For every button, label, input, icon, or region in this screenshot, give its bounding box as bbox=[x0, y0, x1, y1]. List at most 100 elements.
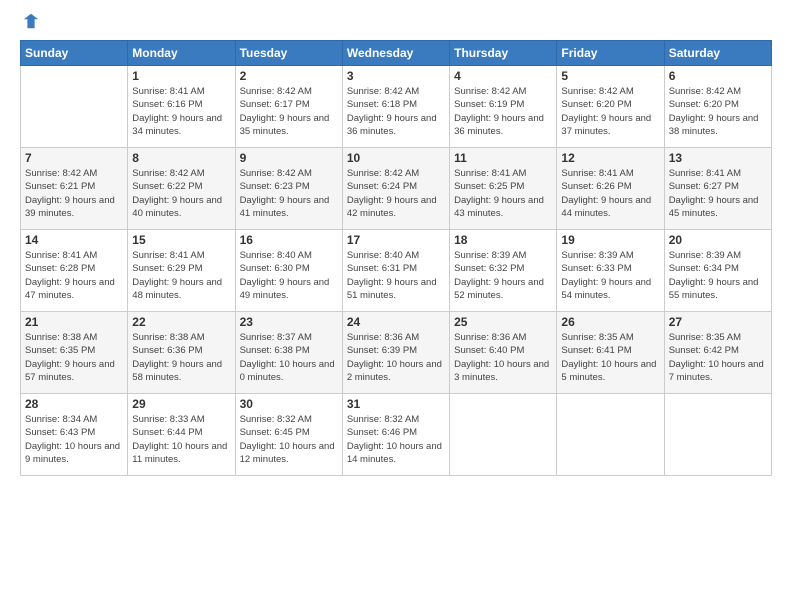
calendar-week-row: 1 Sunrise: 8:41 AM Sunset: 6:16 PM Dayli… bbox=[21, 66, 772, 148]
day-number: 13 bbox=[669, 151, 767, 165]
day-info: Sunrise: 8:41 AM Sunset: 6:16 PM Dayligh… bbox=[132, 85, 230, 138]
day-number: 9 bbox=[240, 151, 338, 165]
calendar-day-cell: 2 Sunrise: 8:42 AM Sunset: 6:17 PM Dayli… bbox=[235, 66, 342, 148]
calendar-day-cell: 8 Sunrise: 8:42 AM Sunset: 6:22 PM Dayli… bbox=[128, 148, 235, 230]
calendar-day-cell: 24 Sunrise: 8:36 AM Sunset: 6:39 PM Dayl… bbox=[342, 312, 449, 394]
day-info: Sunrise: 8:42 AM Sunset: 6:19 PM Dayligh… bbox=[454, 85, 552, 138]
day-number: 11 bbox=[454, 151, 552, 165]
day-info: Sunrise: 8:42 AM Sunset: 6:20 PM Dayligh… bbox=[561, 85, 659, 138]
calendar-table: SundayMondayTuesdayWednesdayThursdayFrid… bbox=[20, 40, 772, 476]
calendar-week-row: 21 Sunrise: 8:38 AM Sunset: 6:35 PM Dayl… bbox=[21, 312, 772, 394]
day-number: 2 bbox=[240, 69, 338, 83]
day-number: 14 bbox=[25, 233, 123, 247]
day-number: 17 bbox=[347, 233, 445, 247]
calendar-header-saturday: Saturday bbox=[664, 41, 771, 66]
day-info: Sunrise: 8:35 AM Sunset: 6:41 PM Dayligh… bbox=[561, 331, 659, 384]
calendar-day-cell: 20 Sunrise: 8:39 AM Sunset: 6:34 PM Dayl… bbox=[664, 230, 771, 312]
day-info: Sunrise: 8:42 AM Sunset: 6:18 PM Dayligh… bbox=[347, 85, 445, 138]
calendar-day-cell: 9 Sunrise: 8:42 AM Sunset: 6:23 PM Dayli… bbox=[235, 148, 342, 230]
calendar-header-monday: Monday bbox=[128, 41, 235, 66]
calendar-day-cell: 17 Sunrise: 8:40 AM Sunset: 6:31 PM Dayl… bbox=[342, 230, 449, 312]
day-info: Sunrise: 8:40 AM Sunset: 6:31 PM Dayligh… bbox=[347, 249, 445, 302]
day-number: 5 bbox=[561, 69, 659, 83]
calendar-day-cell: 14 Sunrise: 8:41 AM Sunset: 6:28 PM Dayl… bbox=[21, 230, 128, 312]
day-number: 15 bbox=[132, 233, 230, 247]
day-number: 28 bbox=[25, 397, 123, 411]
calendar-header-thursday: Thursday bbox=[450, 41, 557, 66]
calendar-header-tuesday: Tuesday bbox=[235, 41, 342, 66]
calendar-day-cell bbox=[557, 394, 664, 476]
day-info: Sunrise: 8:39 AM Sunset: 6:34 PM Dayligh… bbox=[669, 249, 767, 302]
calendar-day-cell bbox=[664, 394, 771, 476]
day-number: 18 bbox=[454, 233, 552, 247]
day-info: Sunrise: 8:42 AM Sunset: 6:22 PM Dayligh… bbox=[132, 167, 230, 220]
day-info: Sunrise: 8:41 AM Sunset: 6:29 PM Dayligh… bbox=[132, 249, 230, 302]
header bbox=[20, 16, 772, 30]
day-info: Sunrise: 8:42 AM Sunset: 6:23 PM Dayligh… bbox=[240, 167, 338, 220]
day-number: 25 bbox=[454, 315, 552, 329]
day-info: Sunrise: 8:33 AM Sunset: 6:44 PM Dayligh… bbox=[132, 413, 230, 466]
day-info: Sunrise: 8:36 AM Sunset: 6:39 PM Dayligh… bbox=[347, 331, 445, 384]
logo-flag-icon bbox=[22, 12, 40, 30]
calendar-header-friday: Friday bbox=[557, 41, 664, 66]
calendar-day-cell: 5 Sunrise: 8:42 AM Sunset: 6:20 PM Dayli… bbox=[557, 66, 664, 148]
calendar-day-cell: 3 Sunrise: 8:42 AM Sunset: 6:18 PM Dayli… bbox=[342, 66, 449, 148]
day-number: 27 bbox=[669, 315, 767, 329]
calendar-day-cell: 29 Sunrise: 8:33 AM Sunset: 6:44 PM Dayl… bbox=[128, 394, 235, 476]
day-number: 31 bbox=[347, 397, 445, 411]
calendar-day-cell: 22 Sunrise: 8:38 AM Sunset: 6:36 PM Dayl… bbox=[128, 312, 235, 394]
calendar-week-row: 28 Sunrise: 8:34 AM Sunset: 6:43 PM Dayl… bbox=[21, 394, 772, 476]
day-info: Sunrise: 8:42 AM Sunset: 6:24 PM Dayligh… bbox=[347, 167, 445, 220]
calendar-day-cell: 6 Sunrise: 8:42 AM Sunset: 6:20 PM Dayli… bbox=[664, 66, 771, 148]
day-info: Sunrise: 8:39 AM Sunset: 6:33 PM Dayligh… bbox=[561, 249, 659, 302]
calendar-header-sunday: Sunday bbox=[21, 41, 128, 66]
calendar-day-cell: 19 Sunrise: 8:39 AM Sunset: 6:33 PM Dayl… bbox=[557, 230, 664, 312]
day-info: Sunrise: 8:40 AM Sunset: 6:30 PM Dayligh… bbox=[240, 249, 338, 302]
day-info: Sunrise: 8:38 AM Sunset: 6:36 PM Dayligh… bbox=[132, 331, 230, 384]
day-info: Sunrise: 8:39 AM Sunset: 6:32 PM Dayligh… bbox=[454, 249, 552, 302]
day-info: Sunrise: 8:32 AM Sunset: 6:45 PM Dayligh… bbox=[240, 413, 338, 466]
calendar-day-cell: 18 Sunrise: 8:39 AM Sunset: 6:32 PM Dayl… bbox=[450, 230, 557, 312]
calendar-day-cell bbox=[21, 66, 128, 148]
day-info: Sunrise: 8:41 AM Sunset: 6:25 PM Dayligh… bbox=[454, 167, 552, 220]
day-number: 10 bbox=[347, 151, 445, 165]
day-number: 22 bbox=[132, 315, 230, 329]
calendar-day-cell: 28 Sunrise: 8:34 AM Sunset: 6:43 PM Dayl… bbox=[21, 394, 128, 476]
calendar-day-cell: 27 Sunrise: 8:35 AM Sunset: 6:42 PM Dayl… bbox=[664, 312, 771, 394]
calendar-day-cell: 1 Sunrise: 8:41 AM Sunset: 6:16 PM Dayli… bbox=[128, 66, 235, 148]
day-number: 20 bbox=[669, 233, 767, 247]
day-number: 4 bbox=[454, 69, 552, 83]
calendar-day-cell: 25 Sunrise: 8:36 AM Sunset: 6:40 PM Dayl… bbox=[450, 312, 557, 394]
calendar-week-row: 14 Sunrise: 8:41 AM Sunset: 6:28 PM Dayl… bbox=[21, 230, 772, 312]
calendar-day-cell: 16 Sunrise: 8:40 AM Sunset: 6:30 PM Dayl… bbox=[235, 230, 342, 312]
day-info: Sunrise: 8:41 AM Sunset: 6:26 PM Dayligh… bbox=[561, 167, 659, 220]
day-info: Sunrise: 8:32 AM Sunset: 6:46 PM Dayligh… bbox=[347, 413, 445, 466]
calendar-day-cell: 12 Sunrise: 8:41 AM Sunset: 6:26 PM Dayl… bbox=[557, 148, 664, 230]
calendar-header-row: SundayMondayTuesdayWednesdayThursdayFrid… bbox=[21, 41, 772, 66]
calendar-header-wednesday: Wednesday bbox=[342, 41, 449, 66]
calendar-day-cell bbox=[450, 394, 557, 476]
logo bbox=[20, 16, 40, 30]
day-info: Sunrise: 8:37 AM Sunset: 6:38 PM Dayligh… bbox=[240, 331, 338, 384]
day-number: 24 bbox=[347, 315, 445, 329]
day-info: Sunrise: 8:36 AM Sunset: 6:40 PM Dayligh… bbox=[454, 331, 552, 384]
day-number: 8 bbox=[132, 151, 230, 165]
day-info: Sunrise: 8:42 AM Sunset: 6:17 PM Dayligh… bbox=[240, 85, 338, 138]
calendar-day-cell: 31 Sunrise: 8:32 AM Sunset: 6:46 PM Dayl… bbox=[342, 394, 449, 476]
day-number: 23 bbox=[240, 315, 338, 329]
day-number: 16 bbox=[240, 233, 338, 247]
day-number: 7 bbox=[25, 151, 123, 165]
calendar-day-cell: 13 Sunrise: 8:41 AM Sunset: 6:27 PM Dayl… bbox=[664, 148, 771, 230]
day-number: 19 bbox=[561, 233, 659, 247]
day-info: Sunrise: 8:38 AM Sunset: 6:35 PM Dayligh… bbox=[25, 331, 123, 384]
day-info: Sunrise: 8:42 AM Sunset: 6:20 PM Dayligh… bbox=[669, 85, 767, 138]
day-number: 21 bbox=[25, 315, 123, 329]
calendar-day-cell: 4 Sunrise: 8:42 AM Sunset: 6:19 PM Dayli… bbox=[450, 66, 557, 148]
calendar-day-cell: 23 Sunrise: 8:37 AM Sunset: 6:38 PM Dayl… bbox=[235, 312, 342, 394]
calendar-week-row: 7 Sunrise: 8:42 AM Sunset: 6:21 PM Dayli… bbox=[21, 148, 772, 230]
calendar-day-cell: 11 Sunrise: 8:41 AM Sunset: 6:25 PM Dayl… bbox=[450, 148, 557, 230]
page: SundayMondayTuesdayWednesdayThursdayFrid… bbox=[0, 0, 792, 612]
calendar-day-cell: 26 Sunrise: 8:35 AM Sunset: 6:41 PM Dayl… bbox=[557, 312, 664, 394]
day-info: Sunrise: 8:34 AM Sunset: 6:43 PM Dayligh… bbox=[25, 413, 123, 466]
calendar-day-cell: 21 Sunrise: 8:38 AM Sunset: 6:35 PM Dayl… bbox=[21, 312, 128, 394]
